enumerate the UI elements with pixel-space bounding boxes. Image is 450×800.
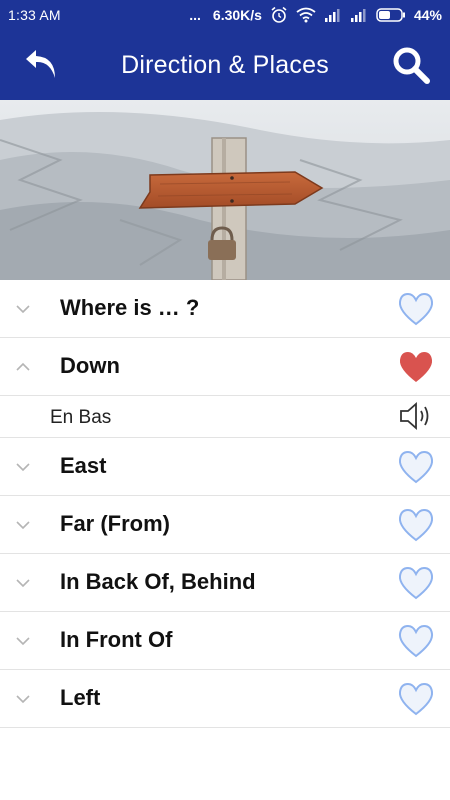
heart-outline-icon[interactable] (396, 505, 436, 545)
chevron-down-icon (16, 521, 30, 530)
list-item-title: Where is … ? (60, 295, 200, 320)
translation-row: En Bas (0, 396, 450, 438)
list-item-title: Down (60, 353, 120, 378)
list-item[interactable]: Where is … ? (0, 280, 450, 338)
signal-icon (350, 9, 366, 22)
chevron-down-icon (16, 579, 30, 588)
network-speed: 6.30K/s (212, 7, 262, 23)
status-dots: ... (189, 7, 201, 23)
list-item-title: Left (60, 685, 101, 710)
status-time: 1:33 AM (8, 7, 61, 23)
list-item[interactable]: Far (From) (0, 496, 450, 554)
heart-outline-icon[interactable] (396, 289, 436, 329)
list-item[interactable]: Down (0, 338, 450, 396)
heart-outline-icon[interactable] (396, 679, 436, 719)
heart-outline-icon[interactable] (396, 621, 436, 661)
battery-percent: 44% (413, 7, 442, 23)
search-button[interactable] (390, 44, 432, 86)
chevron-down-icon (16, 463, 30, 472)
search-icon (393, 47, 430, 84)
status-icons: ... 6.30K/s 44% (189, 6, 442, 24)
list-item[interactable]: East (0, 438, 450, 496)
signal-icon (324, 9, 340, 22)
signpost-image (0, 100, 450, 280)
heart-outline-icon[interactable] (396, 563, 436, 603)
speaker-icon[interactable] (398, 401, 434, 431)
heart-outline-icon[interactable] (396, 447, 436, 487)
list-item[interactable]: In Back Of, Behind (0, 554, 450, 612)
chevron-down-icon (16, 695, 30, 704)
hero-image (0, 100, 450, 280)
chevron-down-icon (16, 637, 30, 646)
app-toolbar: Direction & Places (0, 30, 450, 100)
battery-icon (376, 8, 405, 22)
heart-filled-icon[interactable] (396, 347, 436, 387)
list-item-title: East (60, 453, 107, 478)
phrase-list: Where is … ? Down En Bas East Far (From)… (0, 280, 450, 728)
wifi-icon (296, 7, 316, 23)
list-item[interactable]: Left (0, 670, 450, 728)
page-title: Direction & Places (121, 51, 329, 79)
translation-text: En Bas (50, 407, 112, 428)
chevron-up-icon (16, 362, 30, 371)
list-item-title: Far (From) (60, 511, 170, 536)
list-item-title: In Back Of, Behind (60, 569, 256, 594)
status-bar: 1:33 AM ... 6.30K/s 44% (0, 0, 450, 30)
alarm-icon (271, 6, 287, 23)
list-item-title: In Front Of (60, 627, 173, 652)
list-item[interactable]: In Front Of (0, 612, 450, 670)
chevron-down-icon (16, 305, 30, 314)
